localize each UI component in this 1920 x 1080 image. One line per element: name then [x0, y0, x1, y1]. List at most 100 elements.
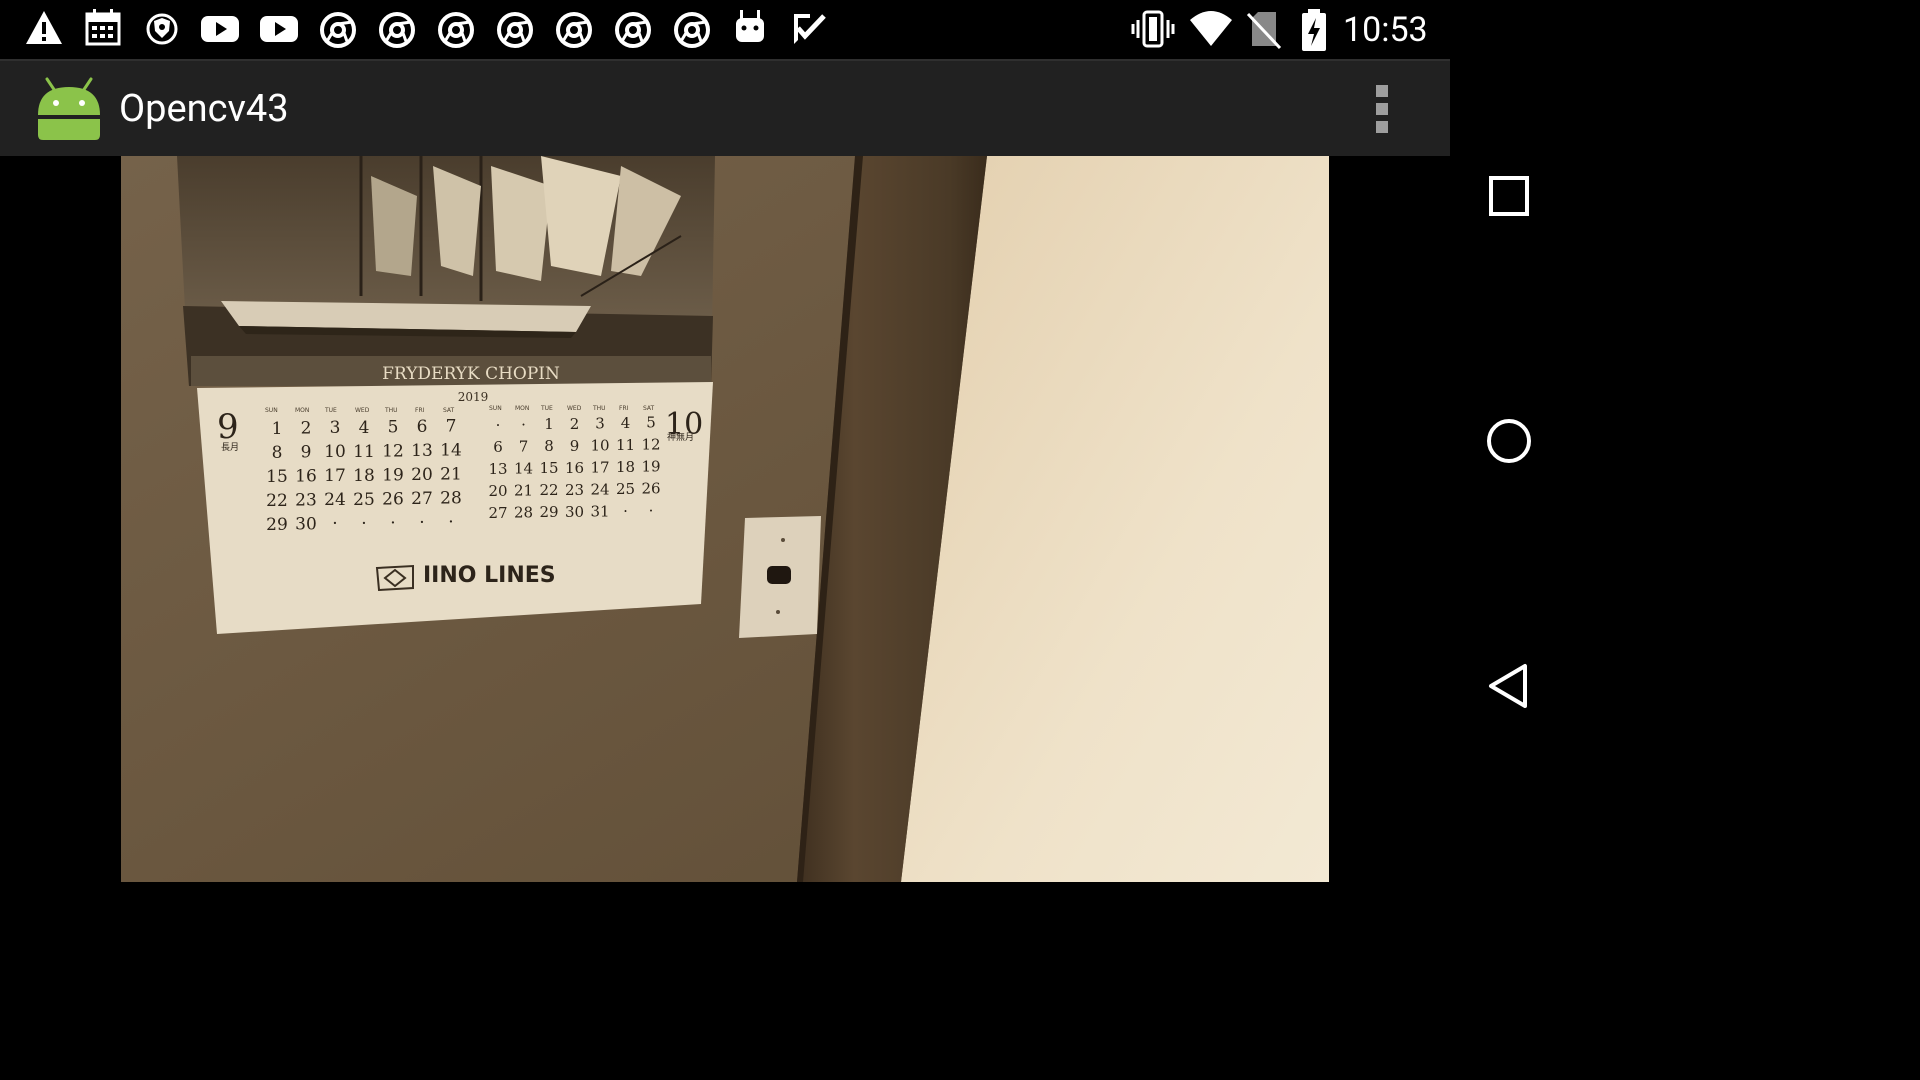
ship-name-text: FRYDERYK CHOPIN — [382, 364, 560, 384]
recents-button[interactable] — [1476, 163, 1542, 229]
overflow-menu-button[interactable] — [1366, 81, 1398, 137]
calendar-day: 22 — [266, 491, 288, 511]
calendar-day: 25 — [353, 490, 375, 510]
svg-text:MON: MON — [295, 407, 309, 414]
svg-text:THU: THU — [592, 405, 606, 412]
calendar-day: 10 — [590, 436, 609, 454]
calendar-day: 8 — [544, 437, 554, 455]
calendar-day: · — [390, 513, 395, 533]
camera-preview[interactable]: FRYDERYK CHOPIN 2019 9 長月 10 神無月 SUN MON… — [121, 156, 1329, 882]
calendar-day: 26 — [382, 489, 404, 509]
calendar-day: · — [521, 416, 526, 434]
svg-text:SAT: SAT — [643, 405, 655, 412]
calendar-day: 13 — [488, 460, 507, 478]
calendar-day: · — [448, 513, 453, 533]
calendar-day: 3 — [330, 418, 341, 438]
calendar-day: 28 — [514, 504, 533, 522]
light-switch-plate — [739, 516, 821, 638]
calendar-day: 21 — [440, 465, 462, 485]
svg-text:TUE: TUE — [540, 405, 553, 412]
chrome-icon — [613, 8, 653, 48]
calendar-icon — [84, 8, 122, 48]
android-launcher-icon — [36, 75, 102, 145]
calendar-day: 7 — [446, 417, 457, 437]
calendar-day: 31 — [590, 502, 609, 520]
calendar-day: 11 — [353, 442, 375, 462]
back-button[interactable] — [1476, 653, 1542, 719]
svg-text:MON: MON — [515, 405, 529, 412]
warning-icon — [24, 8, 64, 48]
calendar-day: 24 — [324, 490, 346, 510]
app-title: Opencv43 — [119, 87, 289, 131]
calendar-day: 14 — [514, 460, 533, 478]
vibrate-icon — [1130, 8, 1176, 50]
calendar-day: 5 — [388, 417, 399, 437]
chrome-icon — [318, 8, 358, 48]
calendar-day: 5 — [646, 414, 656, 432]
chrome-icon — [436, 8, 476, 48]
calendar-day: 9 — [301, 443, 312, 463]
calendar-day: 16 — [565, 459, 584, 477]
calendar-day: 4 — [621, 414, 631, 432]
calendar-poster: FRYDERYK CHOPIN 2019 9 長月 10 神無月 SUN MON… — [177, 156, 715, 634]
overflow-menu-icon — [1376, 85, 1388, 97]
navigation-bar — [1450, 0, 1568, 882]
calendar-day: 27 — [488, 504, 507, 522]
calendar-day: 4 — [359, 418, 370, 438]
no-sim-icon — [1246, 8, 1284, 50]
calendar-day: 29 — [266, 515, 288, 535]
action-bar: Opencv43 — [0, 59, 1450, 156]
calendar-day: 25 — [616, 480, 635, 498]
calendar-day: · — [623, 502, 628, 520]
home-icon — [1487, 419, 1531, 463]
calendar-day: 29 — [539, 503, 558, 521]
home-button[interactable] — [1476, 408, 1542, 474]
calendar-day: 7 — [519, 438, 529, 456]
calendar-day: 18 — [353, 466, 375, 486]
svg-text:SUN: SUN — [265, 407, 278, 414]
calendar-day: 3 — [595, 414, 605, 432]
calendar-day: 13 — [411, 441, 433, 461]
calendar-day: 2 — [301, 419, 312, 439]
calendar-day: 15 — [266, 467, 288, 487]
svg-text:WED: WED — [567, 405, 582, 412]
calendar-day: 14 — [440, 441, 462, 461]
back-icon — [1489, 664, 1527, 708]
calendar-day: 12 — [641, 436, 660, 454]
calendar-day: · — [419, 513, 424, 533]
recents-icon — [1489, 176, 1529, 216]
calendar-day: 20 — [488, 482, 507, 500]
wifi-icon — [1188, 8, 1234, 50]
calendar-day: 22 — [539, 481, 558, 499]
company-name: IINO LINES — [423, 563, 556, 588]
youtube-icon — [258, 8, 300, 48]
calendar-day: · — [496, 416, 501, 434]
calendar-day: 19 — [382, 465, 404, 485]
calendar-day: 18 — [616, 458, 635, 476]
chrome-icon — [554, 8, 594, 48]
calendar-day: 2 — [570, 415, 580, 433]
chrome-icon — [495, 8, 535, 48]
calendar-day: 23 — [295, 491, 317, 511]
calendar-day: 15 — [539, 459, 558, 477]
battery-charging-icon — [1298, 8, 1330, 52]
svg-text:SUN: SUN — [489, 405, 502, 412]
month-september-kanji: 長月 — [221, 442, 239, 453]
calendar-day: 28 — [440, 489, 462, 509]
chrome-icon — [377, 8, 417, 48]
chrome-icon — [672, 8, 712, 48]
status-bar: 10:53 — [0, 0, 1450, 59]
month-september-number: 9 — [217, 407, 239, 447]
calendar-day: 1 — [272, 419, 283, 439]
calendar-day: 6 — [493, 438, 503, 456]
calendar-day: 21 — [514, 482, 533, 500]
calendar-day: 12 — [382, 441, 404, 461]
calendar-day: 19 — [641, 458, 660, 476]
calendar-day: 8 — [272, 443, 283, 463]
youtube-icon — [199, 8, 241, 48]
calendar-day: 24 — [590, 480, 609, 498]
task-check-icon — [790, 8, 828, 48]
calendar-day: 30 — [565, 503, 584, 521]
month-october-kanji: 神無月 — [667, 431, 694, 443]
calendar-day: · — [649, 502, 654, 520]
